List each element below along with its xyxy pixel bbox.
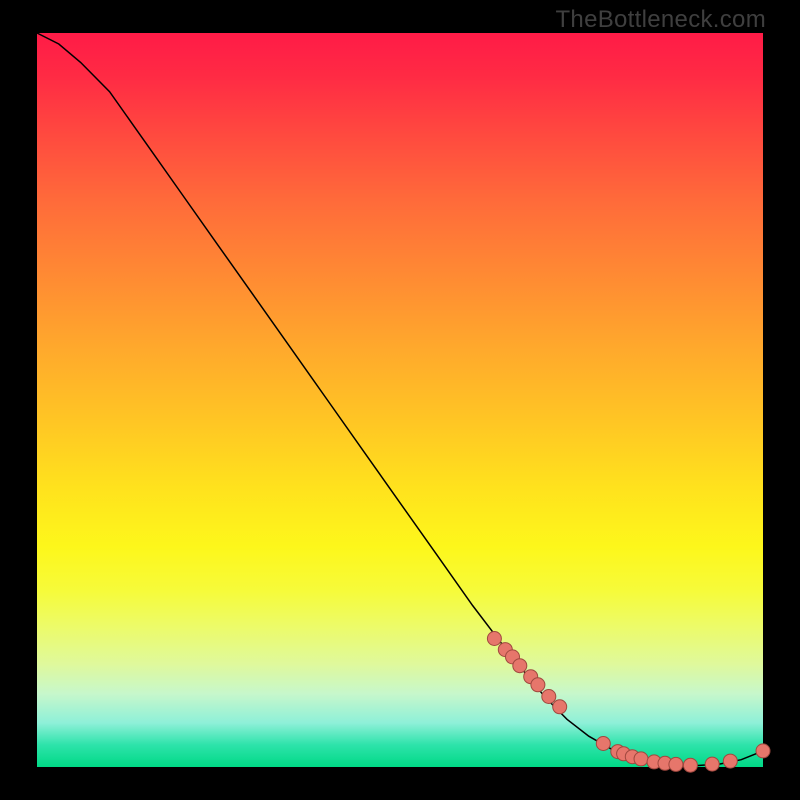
highlight-markers (487, 632, 770, 773)
data-point (634, 752, 648, 766)
plot-svg (37, 33, 763, 767)
bottleneck-curve (37, 33, 763, 766)
data-point (531, 678, 545, 692)
data-point (553, 700, 567, 714)
data-point (756, 744, 770, 758)
data-point (596, 737, 610, 751)
attribution-label: TheBottleneck.com (555, 6, 766, 34)
data-point (513, 659, 527, 673)
plot-area (37, 33, 763, 767)
data-point (487, 632, 501, 646)
data-point (542, 690, 556, 704)
chart-frame: TheBottleneck.com (0, 0, 800, 800)
data-point (669, 757, 683, 771)
data-point (705, 757, 719, 771)
data-point (683, 758, 697, 772)
data-point (723, 754, 737, 768)
